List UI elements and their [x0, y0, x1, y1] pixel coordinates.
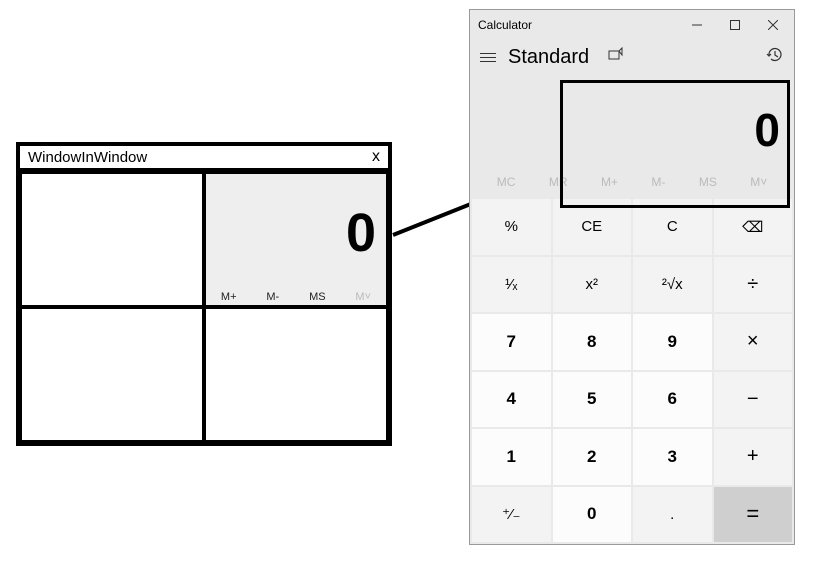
divide-button[interactable]: ÷: [714, 257, 793, 313]
ms-button[interactable]: MS: [699, 175, 717, 189]
subtract-button[interactable]: −: [714, 372, 793, 428]
wiw-cell-3[interactable]: [20, 307, 204, 442]
calc-titlebar: Calculator: [470, 10, 794, 40]
wiw-preview-mem-row: M+ M- MS M˅: [206, 291, 386, 303]
calc-button-grid: % CE C ⌫ ¹⁄ₓ x² ²√x ÷ 7 8 9 × 4 5 6 − 1 …: [470, 197, 794, 544]
wiw-close-button[interactable]: x: [372, 148, 380, 166]
calc-memory-row: MC MR M+ M- MS M˅: [470, 161, 794, 197]
maximize-button[interactable]: [726, 16, 744, 34]
minimize-button[interactable]: [688, 16, 706, 34]
three-button[interactable]: 3: [633, 429, 712, 485]
window-in-window: WindowInWindow x 0 M+ M- MS M˅: [16, 142, 392, 446]
two-button[interactable]: 2: [553, 429, 632, 485]
keep-on-top-icon: [607, 47, 623, 63]
multiply-button[interactable]: ×: [714, 314, 793, 370]
negate-button[interactable]: ⁺⁄₋: [472, 487, 551, 543]
mlist-button[interactable]: M˅: [750, 175, 767, 189]
minimize-icon: [692, 20, 702, 30]
wiw-mplus: M+: [221, 291, 237, 303]
wiw-mminus: M-: [266, 291, 279, 303]
wiw-preview-display: 0: [346, 202, 376, 264]
wiw-titlebar: WindowInWindow x: [20, 146, 388, 172]
maximize-icon: [730, 20, 740, 30]
wiw-grid: 0 M+ M- MS M˅: [20, 172, 388, 442]
eight-button[interactable]: 8: [553, 314, 632, 370]
six-button[interactable]: 6: [633, 372, 712, 428]
one-button[interactable]: 1: [472, 429, 551, 485]
five-button[interactable]: 5: [553, 372, 632, 428]
wiw-cell-4[interactable]: [204, 307, 388, 442]
c-button[interactable]: C: [633, 199, 712, 255]
wiw-ms: MS: [309, 291, 326, 303]
history-icon: [766, 46, 784, 64]
zero-button[interactable]: 0: [553, 487, 632, 543]
four-button[interactable]: 4: [472, 372, 551, 428]
close-icon: [768, 20, 778, 30]
wiw-cell-2[interactable]: 0 M+ M- MS M˅: [204, 172, 388, 307]
backspace-button[interactable]: ⌫: [714, 199, 793, 255]
percent-button[interactable]: %: [472, 199, 551, 255]
calc-modebar: Standard: [470, 40, 794, 75]
ce-button[interactable]: CE: [553, 199, 632, 255]
calc-display: 0: [470, 75, 794, 161]
calculator-window: Calculator Standard: [469, 9, 795, 545]
mplus-button[interactable]: M+: [601, 175, 618, 189]
mminus-button[interactable]: M-: [651, 175, 665, 189]
add-button[interactable]: +: [714, 429, 793, 485]
calc-title: Calculator: [478, 18, 682, 32]
equals-button[interactable]: =: [714, 487, 793, 543]
wiw-mlist: M˅: [355, 291, 371, 303]
square-button[interactable]: x²: [553, 257, 632, 313]
seven-button[interactable]: 7: [472, 314, 551, 370]
keep-on-top-button[interactable]: [607, 47, 623, 68]
mode-title: Standard: [508, 46, 589, 69]
mc-button[interactable]: MC: [497, 175, 516, 189]
sqrt-button[interactable]: ²√x: [633, 257, 712, 313]
wiw-title: WindowInWindow: [28, 149, 147, 166]
mr-button[interactable]: MR: [549, 175, 568, 189]
close-button[interactable]: [764, 16, 782, 34]
wiw-cell-1[interactable]: [20, 172, 204, 307]
menu-button[interactable]: [480, 53, 496, 62]
decimal-button[interactable]: .: [633, 487, 712, 543]
history-button[interactable]: [766, 46, 784, 69]
nine-button[interactable]: 9: [633, 314, 712, 370]
window-controls: [688, 16, 786, 34]
wiw-preview: 0 M+ M- MS M˅: [206, 174, 386, 305]
reciprocal-button[interactable]: ¹⁄ₓ: [472, 257, 551, 313]
